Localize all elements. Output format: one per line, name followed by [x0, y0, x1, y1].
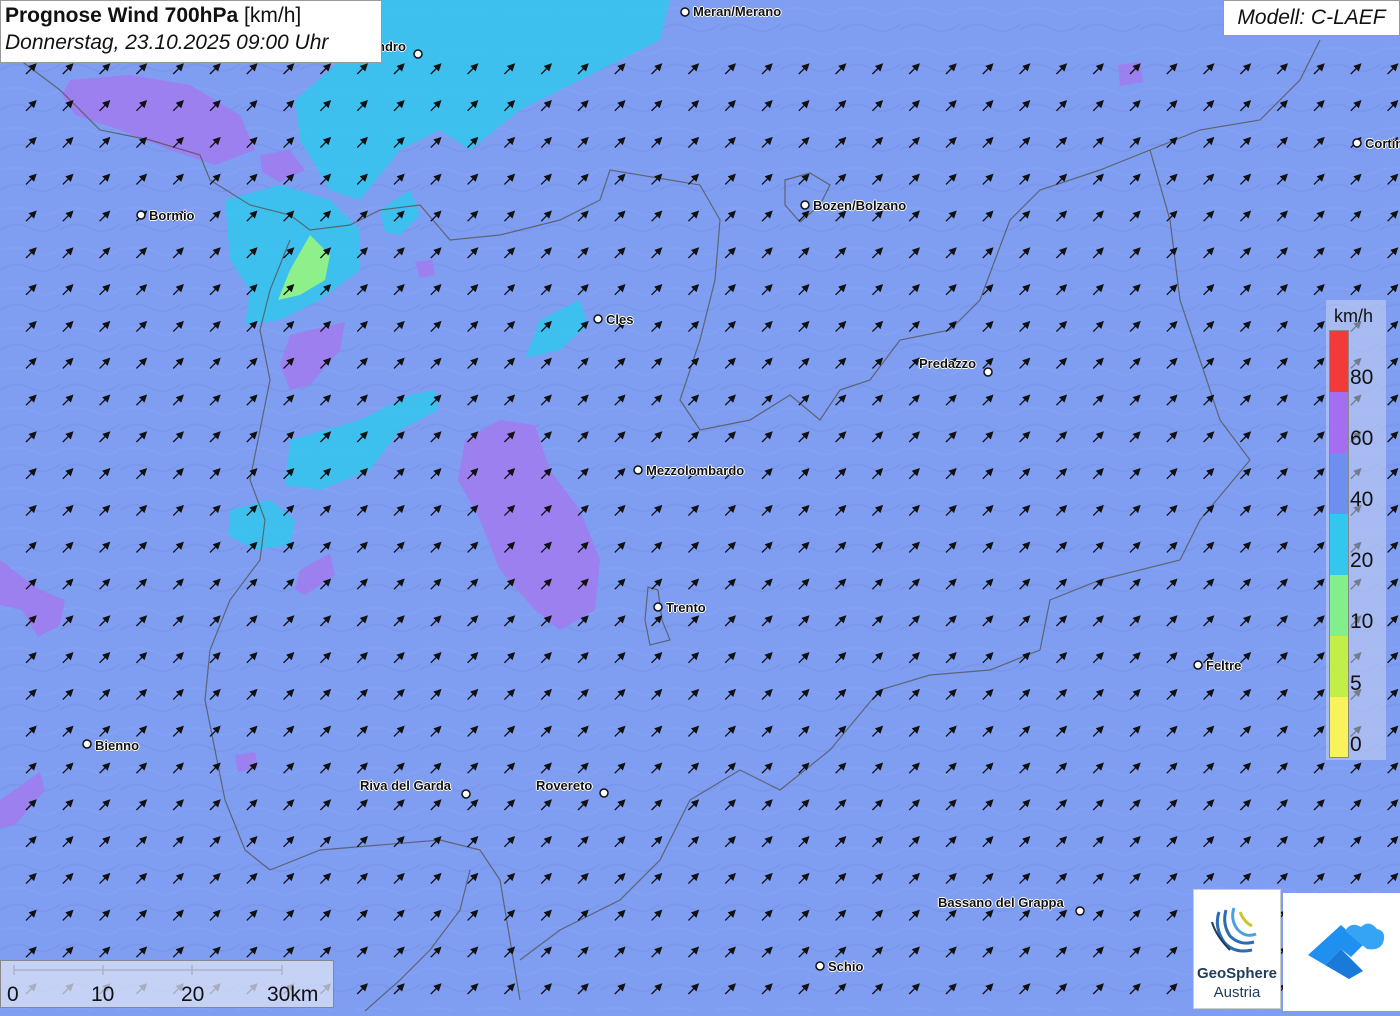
forecast-date: Donnerstag, 23.10.2025 09:00 Uhr [5, 31, 329, 54]
city-label-cles: Cles [606, 312, 634, 327]
map-title-main: Prognose Wind 700hPa [5, 4, 239, 27]
legend-swatch-0 [1330, 697, 1348, 757]
legend-label-20: 20 [1350, 549, 1374, 572]
city-label-meran: Meran/Merano [693, 4, 782, 19]
city-label-rovereto: Rovereto [536, 778, 593, 793]
legend-label-60: 60 [1350, 427, 1374, 450]
scale-label-30: 30km [267, 983, 319, 1006]
legend-swatch-20 [1330, 514, 1348, 575]
legend-swatch-5 [1330, 636, 1348, 697]
geosphere-name: GeoSphere [1196, 965, 1278, 982]
geosphere-country: Austria [1213, 984, 1261, 1001]
legend-swatch-60 [1330, 392, 1348, 453]
legend-color-bar [1329, 330, 1349, 758]
city-label-mezzolombardo: Mezzolombardo [646, 463, 745, 478]
city-label-schio: Schio [828, 959, 864, 974]
weather-app-logo[interactable] [1283, 893, 1400, 1011]
scale-bar: 0 10 20 30km [0, 960, 334, 1008]
color-legend: km/h 80 60 40 20 10 5 0 [1326, 300, 1386, 760]
legend-swatch-40 [1330, 453, 1348, 514]
city-label-feltre: Feltre [1206, 658, 1242, 673]
city-label-bassano: Bassano del Grappa [938, 895, 1064, 910]
city-label-bozen: Bozen/Bolzano [813, 198, 907, 213]
legend-swatch-80 [1330, 331, 1348, 392]
wind-map[interactable] [0, 0, 1400, 1011]
city-label-trento: Trento [666, 600, 706, 615]
legend-label-0: 0 [1350, 733, 1362, 756]
city-label-bormio: Bormio [149, 208, 195, 223]
app-cloud-icon [1308, 923, 1385, 979]
legend-label-5: 5 [1350, 672, 1362, 695]
map-title: Prognose Wind 700hPa [km/h] [5, 4, 377, 28]
scale-label-10: 10 [91, 983, 115, 1006]
map-title-unit: [km/h] [238, 4, 302, 27]
geosphere-logo[interactable]: GeoSphere Austria [1193, 889, 1281, 1009]
city-label-riva: Riva del Garda [360, 778, 452, 793]
legend-swatch-10 [1330, 575, 1348, 636]
geosphere-emblem-icon [1211, 907, 1257, 953]
legend-label-80: 80 [1350, 366, 1374, 389]
city-label-bienno: Bienno [95, 738, 140, 753]
scale-label-0: 0 [7, 983, 19, 1006]
city-label-cortina: Cortin [1365, 136, 1400, 151]
city-label-predazzo: Predazzo [919, 356, 977, 371]
title-box: Prognose Wind 700hPa [km/h] Donnerstag, … [0, 0, 382, 63]
scale-label-20: 20 [181, 983, 205, 1006]
legend-label-10: 10 [1350, 610, 1374, 633]
model-label: Modell: C-LAEF [1223, 0, 1400, 36]
legend-label-40: 40 [1350, 488, 1374, 511]
legend-unit: km/h [1334, 306, 1374, 326]
